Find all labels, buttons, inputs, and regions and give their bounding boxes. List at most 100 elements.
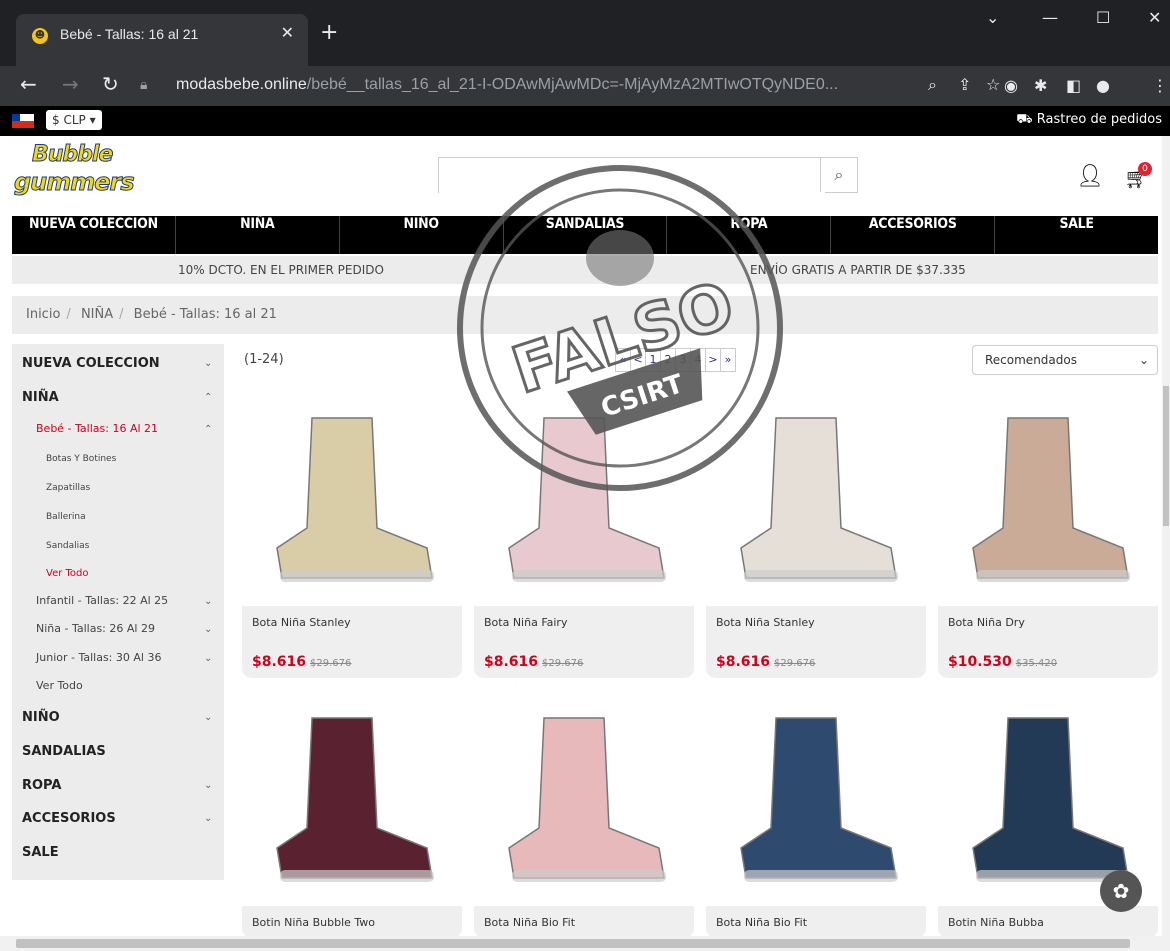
chevron-down-icon[interactable]: ⌄ [204, 813, 212, 824]
sidebar-item-ver-todo-bebe[interactable]: Ver Todo [46, 568, 89, 579]
product-image[interactable] [474, 688, 694, 906]
sidebar-item-sale[interactable]: SALE [22, 845, 59, 860]
search-input[interactable] [439, 158, 825, 194]
promo-bar: 10% DCTO. EN EL PRIMER PEDIDO ENVÍO GRAT… [12, 256, 1158, 284]
product-name[interactable]: Bota Niña Bio Fit [716, 916, 807, 929]
product-card[interactable]: Bota Niña Fairy $8.616 $29.676 [474, 388, 694, 678]
product-card[interactable]: Bota Niña Stanley $8.616 $29.676 [706, 388, 926, 678]
product-name[interactable]: Bota Niña Dry [948, 616, 1025, 629]
horizontal-scrollbar[interactable] [0, 936, 1170, 951]
sidebar-item-accesorios[interactable]: ACCESORIOS [22, 811, 116, 826]
product-name[interactable]: Botin Niña Bubble Two [252, 916, 375, 929]
page-first[interactable]: « [615, 348, 631, 372]
sidepanel-icon[interactable]: ◧ [1066, 76, 1081, 95]
sidebar-item-nina-26-29[interactable]: Niña - Tallas: 26 Al 29 [36, 622, 155, 635]
sidebar-item-ver-todo[interactable]: Ver Todo [36, 679, 83, 692]
forward-icon[interactable]: → [62, 74, 79, 94]
product-price: $10.530 $35.420 [948, 654, 1058, 670]
back-icon[interactable]: ← [20, 74, 37, 94]
nav-nino[interactable]: NIÑO [340, 216, 504, 254]
browser-tab[interactable]: ☻ Bebé - Tallas: 16 al 21 ✕ [16, 14, 308, 66]
product-image[interactable] [706, 688, 926, 906]
product-image[interactable] [242, 688, 462, 906]
page-2[interactable]: 2 [660, 348, 676, 372]
share-icon[interactable]: ⇪ [958, 75, 971, 94]
product-card[interactable]: Bota Niña Bio Fit [706, 688, 926, 938]
browser-menu-icon[interactable]: ⋮ [1152, 76, 1168, 95]
page-prev[interactable]: < [630, 348, 646, 372]
product-old-price: $29.676 [310, 658, 352, 669]
product-card[interactable]: Bota Niña Stanley $8.616 $29.676 [242, 388, 462, 678]
breadcrumb-nina[interactable]: NIÑA [81, 307, 113, 322]
nav-sale[interactable]: SALE [995, 216, 1158, 254]
product-image[interactable] [242, 388, 462, 606]
nav-nueva-coleccion[interactable]: NUEVA COLECCION [12, 216, 176, 254]
product-card[interactable]: Bota Niña Dry $10.530 $35.420 [938, 388, 1158, 678]
nav-sandalias[interactable]: SANDALIAS [504, 216, 668, 254]
bookmark-star-icon[interactable]: ☆ [986, 75, 1000, 94]
chevron-down-icon[interactable]: ⌄ [204, 596, 212, 607]
sidebar-item-ballerina[interactable]: Ballerina [46, 512, 86, 522]
product-image[interactable] [938, 388, 1158, 606]
product-name[interactable]: Bota Niña Stanley [716, 616, 815, 629]
page-4[interactable]: 4 [690, 348, 706, 372]
product-image[interactable] [474, 388, 694, 606]
promo-shipping: ENVÍO GRATIS A PARTIR DE $37.335 [750, 263, 966, 277]
breadcrumb-home[interactable]: Inicio [26, 307, 60, 322]
currency-select[interactable]: $ CLP ▾ [46, 110, 102, 130]
sidebar-item-ropa[interactable]: ROPA [22, 778, 61, 793]
address-bar[interactable]: 🔒︎ modasbebe.online/bebé__tallas_16_al_2… [140, 71, 1002, 101]
product-name[interactable]: Bota Niña Bio Fit [484, 916, 575, 929]
sidebar-item-sandalias[interactable]: SANDALIAS [22, 744, 106, 759]
page-last[interactable]: » [720, 348, 736, 372]
product-card[interactable]: Bota Niña Bio Fit [474, 688, 694, 938]
sidebar-item-junior[interactable]: Junior - Tallas: 30 Al 36 [36, 651, 161, 664]
sidebar-item-sandalias-sub[interactable]: Sandalias [46, 541, 89, 551]
chevron-down-icon[interactable]: ⌄ [204, 358, 212, 369]
chevron-up-icon[interactable]: ⌃ [204, 424, 212, 435]
sort-select[interactable]: Recomendados ⌄ [972, 345, 1158, 375]
chevron-down-icon[interactable]: ⌄ [204, 653, 212, 664]
browser-tabbar: ☻ Bebé - Tallas: 16 al 21 ✕ + ⌄ — ☐ ✕ [0, 0, 1170, 66]
chevron-down-icon[interactable]: ⌄ [204, 780, 212, 791]
product-name[interactable]: Bota Niña Fairy [484, 616, 567, 629]
nav-nina[interactable]: NIÑA [176, 216, 340, 254]
close-tab-icon[interactable]: ✕ [281, 23, 294, 42]
sidebar-item-nueva-coleccion[interactable]: NUEVA COLECCION [22, 356, 160, 371]
brand-logo[interactable]: Bubble gummers [14, 142, 144, 200]
sidebar-item-nina[interactable]: NIÑA [22, 390, 59, 405]
sidebar-item-botas[interactable]: Botas Y Botines [46, 454, 116, 464]
reload-icon[interactable]: ↻ [102, 74, 119, 94]
order-tracking-link[interactable]: ⛟ Rastreo de pedidos [1016, 112, 1162, 129]
page-next[interactable]: > [705, 348, 721, 372]
product-name[interactable]: Bota Niña Stanley [252, 616, 351, 629]
chevron-down-icon[interactable]: ⌄ [204, 624, 212, 635]
sidebar-item-nino[interactable]: NIÑO [22, 710, 60, 725]
sidebar-item-infantil[interactable]: Infantil - Tallas: 22 Al 25 [36, 594, 168, 607]
url-text: modasbebe.online/bebé__tallas_16_al_21-I… [176, 76, 839, 93]
new-tab-icon[interactable]: + [320, 22, 338, 44]
product-card[interactable]: Botin Niña Bubble Two [242, 688, 462, 938]
nav-accesorios[interactable]: ACCESORIOS [831, 216, 996, 254]
user-account-icon[interactable]: 👤︎ [1076, 164, 1104, 189]
product-name[interactable]: Botin Niña Bubba [948, 916, 1044, 929]
product-image[interactable] [706, 388, 926, 606]
profile-icon[interactable]: ● [1096, 76, 1110, 95]
page-3[interactable]: 3 [675, 348, 691, 372]
sidebar-item-zapatillas[interactable]: Zapatillas [46, 483, 90, 493]
extensions-puzzle-icon[interactable]: ✱ [1034, 76, 1047, 95]
vertical-scrollbar[interactable] [1162, 136, 1170, 936]
tab-search-icon[interactable]: ⌄ [986, 8, 999, 27]
close-window-icon[interactable]: ✕ [1148, 8, 1161, 27]
chevron-down-icon[interactable]: ⌄ [204, 712, 212, 723]
chevron-up-icon[interactable]: ⌃ [204, 392, 212, 403]
maximize-icon[interactable]: ☐ [1096, 8, 1110, 27]
minimize-icon[interactable]: — [1042, 8, 1058, 27]
page-1[interactable]: 1 [645, 348, 661, 372]
paw-chat-button[interactable]: ✿ [1100, 870, 1142, 912]
nav-ropa[interactable]: ROPA [667, 216, 832, 254]
extension-ip-icon[interactable]: ◉ [1004, 76, 1018, 95]
sidebar-item-bebe[interactable]: Bebé - Tallas: 16 Al 21 [36, 422, 158, 435]
search-icon[interactable]: ⌕ [820, 158, 857, 192]
zoom-icon[interactable]: ⌕ [928, 75, 937, 95]
